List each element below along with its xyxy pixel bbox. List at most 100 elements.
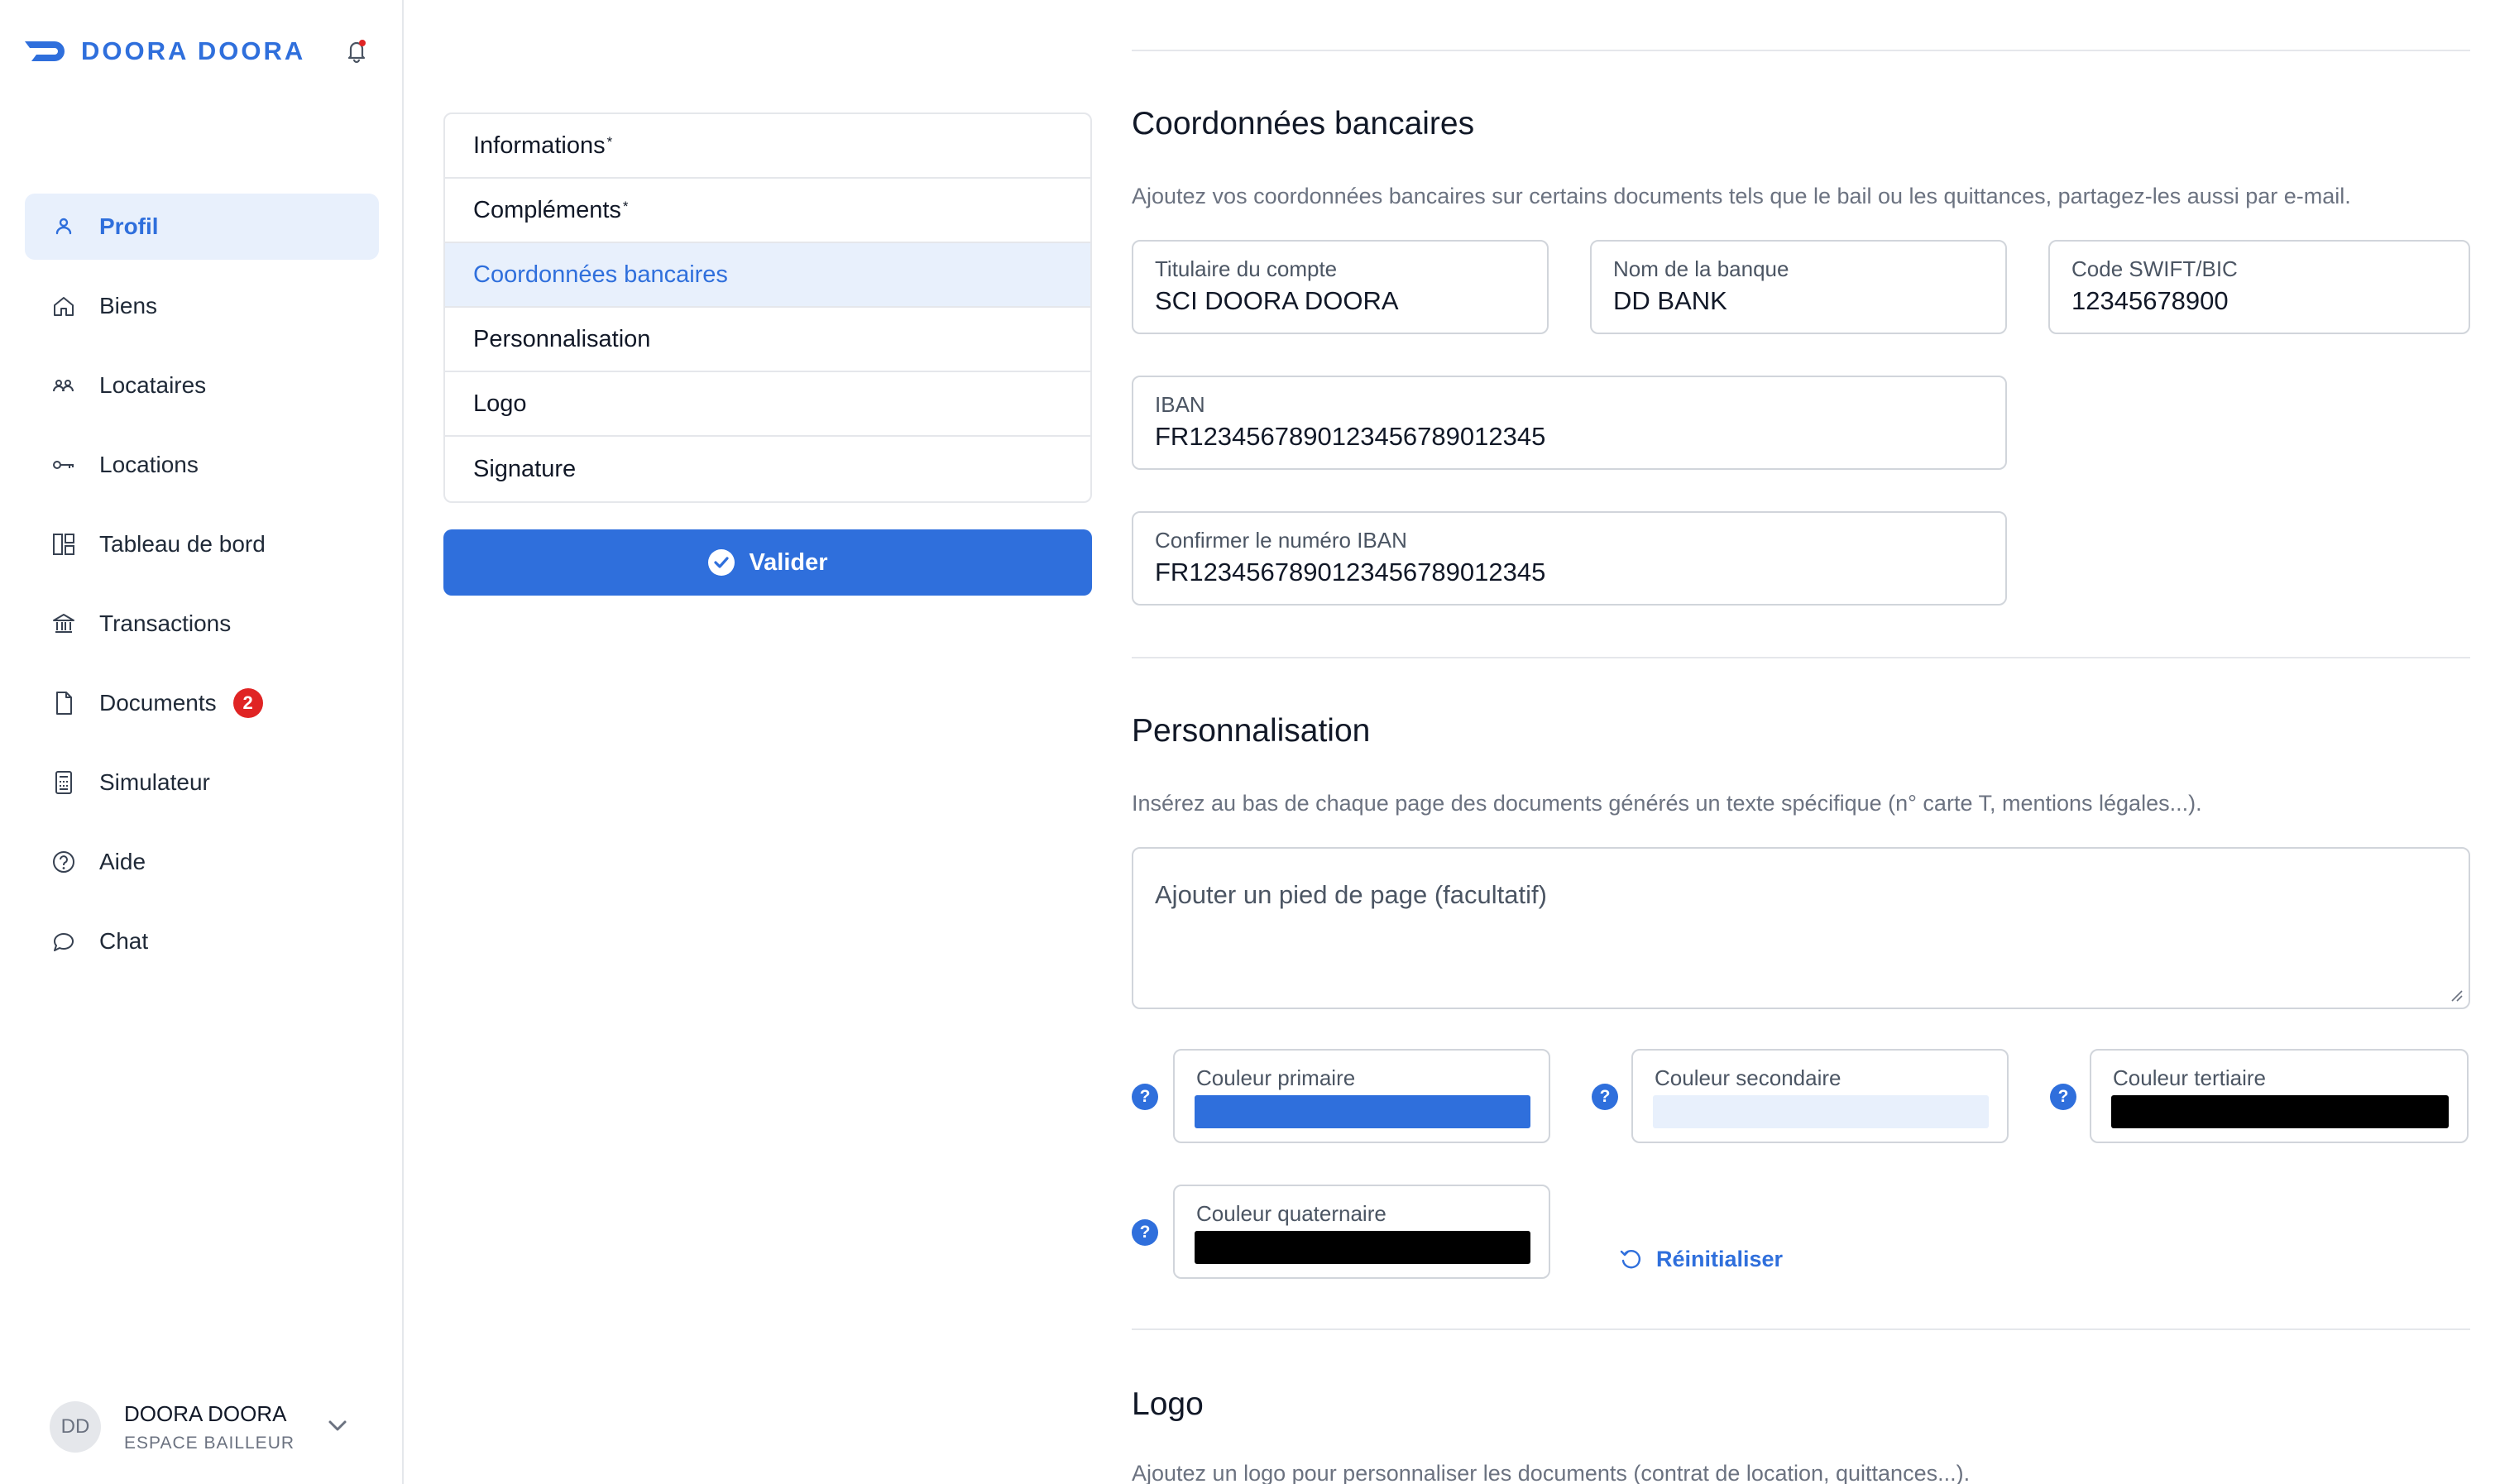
sidebar-item-documents[interactable]: Documents 2 <box>25 670 379 736</box>
bank-name-field[interactable]: Nom de la banque DD BANK <box>1590 240 2007 334</box>
brand-logo[interactable]: DOORA DOORA <box>25 31 305 71</box>
field-value: FR1234567890123456789012345 <box>1155 422 1546 451</box>
brand-name: DOORA DOORA <box>81 36 306 65</box>
sidebar-nav: Profil Biens Locataires Locations Tablea… <box>25 194 379 988</box>
users-icon <box>53 380 74 392</box>
section-divider <box>1132 1328 2470 1330</box>
menu-item-logo[interactable]: Logo <box>445 372 1090 437</box>
field-value: 12345678900 <box>2071 286 2229 315</box>
sidebar-item-label: Transactions <box>99 610 232 636</box>
menu-item-label: Signature <box>473 455 577 482</box>
field-label: Couleur secondaire <box>1655 1065 1841 1090</box>
perso-section-description: Insérez au bas de chaque page des docume… <box>1132 791 2202 816</box>
primary-color-swatch[interactable] <box>1195 1095 1530 1128</box>
sidebar-item-label: Biens <box>99 293 158 318</box>
iban-confirm-field[interactable]: Confirmer le numéro IBAN FR1234567890123… <box>1132 511 2007 606</box>
menu-item-label: Compléments <box>473 196 621 223</box>
required-marker: * <box>606 134 613 150</box>
reset-label: Réinitialiser <box>1656 1246 1784 1271</box>
field-label: Titulaire du compte <box>1155 256 1338 281</box>
user-info: DOORA DOORA ESPACE BAILLEUR <box>124 1401 295 1453</box>
perso-section-title: Personnalisation <box>1132 713 1371 749</box>
notification-badge: 2 <box>232 688 263 718</box>
menu-item-label: Coordonnées bancaires <box>473 261 728 288</box>
logo-mark-icon <box>25 41 65 61</box>
field-label: Code SWIFT/BIC <box>2071 256 2238 281</box>
secondary-color-field[interactable]: Couleur secondaire <box>1631 1049 2009 1143</box>
tertiary-color-field[interactable]: Couleur tertiaire <box>2090 1049 2469 1143</box>
home-icon <box>54 297 74 316</box>
sidebar-item-label: Aide <box>99 849 146 874</box>
sidebar-item-label: Documents <box>99 690 217 716</box>
sidebar-item-locations[interactable]: Locations <box>25 432 379 498</box>
menu-item-complements[interactable]: Compléments * <box>445 179 1090 243</box>
user-role: ESPACE BAILLEUR <box>124 1433 295 1453</box>
sidebar-item-tableau-de-bord[interactable]: Tableau de bord <box>25 511 379 577</box>
sidebar-item-locataires[interactable]: Locataires <box>25 352 379 419</box>
check-circle-icon <box>708 549 735 576</box>
user-name: DOORA DOORA <box>124 1400 287 1426</box>
sidebar-item-aide[interactable]: Aide <box>25 829 379 895</box>
bank-section-title: Coordonnées bancaires <box>1132 106 1475 141</box>
sidebar-item-simulateur[interactable]: Simulateur <box>25 749 379 816</box>
chat-icon <box>54 933 74 951</box>
key-icon <box>53 461 74 469</box>
sidebar-item-chat[interactable]: Chat <box>25 908 379 974</box>
question-icon[interactable]: ? <box>1132 1219 1158 1246</box>
bank-icon <box>53 614 74 633</box>
resize-grip-icon[interactable] <box>2449 988 2464 1003</box>
sidebar-item-label: Chat <box>99 928 149 954</box>
calculator-icon <box>55 771 72 794</box>
menu-item-label: Personnalisation <box>473 325 651 352</box>
field-label: Couleur tertiaire <box>2113 1065 2266 1090</box>
sidebar: DOORA DOORA Profil Biens Locataires Loca… <box>0 0 404 1484</box>
required-marker: * <box>622 199 629 214</box>
sidebar-item-label: Profil <box>99 213 159 239</box>
iban-field[interactable]: IBAN FR1234567890123456789012345 <box>1132 376 2007 470</box>
question-icon[interactable]: ? <box>1132 1084 1158 1110</box>
menu-item-coordonnees-bancaires[interactable]: Coordonnées bancaires <box>445 243 1090 308</box>
field-label: Couleur primaire <box>1196 1065 1356 1090</box>
rotate-ccw-icon <box>1620 1250 1640 1269</box>
valider-label: Valider <box>749 548 828 576</box>
field-value: FR1234567890123456789012345 <box>1155 558 1546 586</box>
field-label: Couleur quaternaire <box>1196 1201 1386 1226</box>
help-circle-icon <box>53 851 74 873</box>
footer-placeholder: Ajouter un pied de page (facultatif) <box>1155 880 1547 909</box>
reset-colors-button[interactable]: Réinitialiser <box>1618 1242 1783 1276</box>
bell-icon[interactable] <box>342 36 371 65</box>
chevron-down-icon[interactable] <box>323 1411 352 1441</box>
valider-button[interactable]: Valider <box>443 529 1092 596</box>
footer-textarea[interactable]: Ajouter un pied de page (facultatif) <box>1132 847 2470 1009</box>
menu-item-signature[interactable]: Signature <box>445 437 1090 501</box>
section-divider <box>1132 657 2470 658</box>
avatar: DD <box>50 1401 101 1453</box>
sidebar-item-label: Locations <box>99 452 199 477</box>
sidebar-item-transactions[interactable]: Transactions <box>25 591 379 657</box>
bank-section-description: Ajoutez vos coordonnées bancaires sur ce… <box>1132 184 2351 208</box>
quaternary-color-swatch[interactable] <box>1195 1231 1530 1264</box>
page: DOORA DOORA Profil Biens Locataires Loca… <box>0 0 2500 1484</box>
primary-color-field[interactable]: Couleur primaire <box>1173 1049 1550 1143</box>
tertiary-color-swatch[interactable] <box>2111 1095 2449 1128</box>
menu-item-personnalisation[interactable]: Personnalisation <box>445 308 1090 372</box>
field-value: SCI DOORA DOORA <box>1155 286 1399 315</box>
dashboard-icon <box>53 534 74 555</box>
document-icon <box>56 692 72 715</box>
menu-item-label: Informations <box>473 132 606 159</box>
quaternary-color-field[interactable]: Couleur quaternaire <box>1173 1185 1550 1279</box>
account-holder-field[interactable]: Titulaire du compte SCI DOORA DOORA <box>1132 240 1549 334</box>
sidebar-item-label: Simulateur <box>99 769 210 795</box>
field-label: IBAN <box>1155 392 1205 417</box>
user-menu[interactable]: DD DOORA DOORA ESPACE BAILLEUR <box>50 1398 364 1456</box>
swift-bic-field[interactable]: Code SWIFT/BIC 12345678900 <box>2048 240 2470 334</box>
field-value: DD BANK <box>1613 286 1727 315</box>
user-icon <box>55 218 72 235</box>
menu-item-informations[interactable]: Informations * <box>445 114 1090 179</box>
sidebar-item-profil[interactable]: Profil <box>25 194 379 260</box>
question-icon[interactable]: ? <box>1592 1084 1618 1110</box>
sidebar-item-biens[interactable]: Biens <box>25 273 379 339</box>
secondary-color-swatch[interactable] <box>1653 1095 1989 1128</box>
logo-section-title: Logo <box>1132 1386 1204 1422</box>
question-icon[interactable]: ? <box>2050 1084 2076 1110</box>
